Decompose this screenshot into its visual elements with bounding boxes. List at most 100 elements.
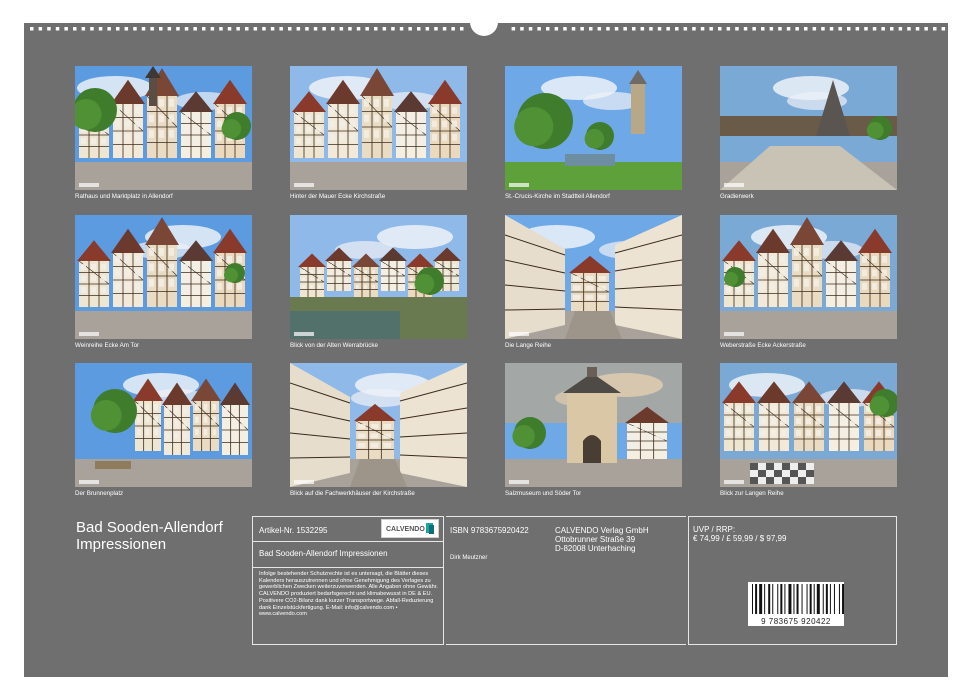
photo-tile: Hinter der Mauer Ecke Kirchstraße xyxy=(290,66,467,200)
publisher-line1: CALVENDO Verlag GmbH xyxy=(555,526,649,535)
binding-hole xyxy=(546,27,550,31)
barcode-bars xyxy=(752,584,849,614)
binding-hole xyxy=(348,27,352,31)
binding-hole xyxy=(262,27,266,31)
photo-tile: Die Lange Reihe xyxy=(505,215,682,349)
binding-hole xyxy=(219,27,223,31)
barcode-bar xyxy=(772,584,774,614)
photo-street-corner xyxy=(720,215,897,339)
binding-hole xyxy=(193,27,197,31)
binding-hole xyxy=(331,27,335,31)
binding-hole xyxy=(73,27,77,31)
barcode-bar xyxy=(833,584,835,614)
binding-hole xyxy=(675,27,679,31)
binding-hole xyxy=(227,27,232,31)
photo-town-hall xyxy=(75,66,252,190)
binding-hole xyxy=(176,27,180,31)
photo-fountain-square xyxy=(75,363,252,487)
binding-hole xyxy=(881,27,885,31)
binding-hole xyxy=(898,27,903,31)
binding-hole xyxy=(847,27,851,31)
photo-caption: Der Brunnenplatz xyxy=(75,490,124,497)
binding-hole xyxy=(528,27,533,31)
binding-hole xyxy=(253,27,258,31)
photo-caption: Blick auf die Fachwerkhäuser der Kirchst… xyxy=(290,490,415,497)
binding-hole xyxy=(460,27,464,31)
binding-hole xyxy=(769,27,774,31)
binding-hole xyxy=(657,27,662,31)
binding-hole xyxy=(442,27,447,31)
binding-hole xyxy=(90,27,94,31)
binding-hole xyxy=(270,27,275,31)
isbn: ISBN 9783675920422 xyxy=(450,526,529,535)
binding-hole xyxy=(30,27,34,31)
binding-hole xyxy=(417,27,421,31)
binding-hole xyxy=(38,27,43,31)
binding-hole xyxy=(907,27,911,31)
binding-hole xyxy=(786,27,791,31)
binding-hole xyxy=(752,27,756,31)
binding-hole xyxy=(649,27,653,31)
barcode-bar xyxy=(768,584,771,614)
binding-hole xyxy=(890,27,894,31)
binding-hole xyxy=(305,27,309,31)
binding-hole xyxy=(640,27,645,31)
binding-hole xyxy=(589,27,593,31)
binding-hole xyxy=(718,27,722,31)
photo-narrow-street xyxy=(505,215,682,339)
binding-hole xyxy=(692,27,696,31)
calendar-title-line1: Bad Sooden-Allendorf xyxy=(76,519,223,536)
binding-hole xyxy=(632,27,636,31)
publisher-line3: D-82008 Unterhaching xyxy=(555,544,636,553)
logo-text: CALVENDO xyxy=(386,526,425,533)
binding-hole xyxy=(81,27,86,31)
photo-tile: Rathaus und Marktplatz in Allendorf xyxy=(75,66,252,200)
price-label: UVP / RRP: xyxy=(693,525,736,534)
photo-caption: Die Lange Reihe xyxy=(505,342,552,349)
binding-hole xyxy=(614,27,619,31)
photo-timber-square xyxy=(75,215,252,339)
photo-row-houses xyxy=(290,363,467,487)
binding-hole xyxy=(872,27,877,31)
info-box-middle: ISBN 9783675920422 Dirk Meutzner CALVEND… xyxy=(446,516,686,645)
binding-hole xyxy=(116,27,120,31)
binding-hole xyxy=(855,27,860,31)
binding-hole xyxy=(159,27,163,31)
article-number: Artikel-Nr. 1532295 xyxy=(259,526,328,535)
photo-caption: Weinreihe Ecke Am Tor xyxy=(75,342,140,349)
photo-river-houses xyxy=(290,215,467,339)
binding-hole xyxy=(365,27,369,31)
binding-hole xyxy=(98,27,103,31)
barcode-bar xyxy=(813,584,815,614)
binding-hole xyxy=(537,27,541,31)
binding-hole xyxy=(778,27,782,31)
binding-hole xyxy=(829,27,834,31)
photo-caption: St.-Crucis-Kirche im Stadtteil Allendorf xyxy=(505,193,610,200)
binding-hole xyxy=(133,27,137,31)
barcode-bar xyxy=(777,584,779,614)
binding-hole xyxy=(915,27,920,31)
publisher-line2: Ottobrunner Straße 39 xyxy=(555,535,636,544)
photo-tile: Blick auf die Fachwerkhäuser der Kirchst… xyxy=(290,363,467,497)
barcode-bar xyxy=(796,584,799,614)
binding-hole xyxy=(700,27,705,31)
barcode-bar xyxy=(838,584,840,614)
barcode-bar xyxy=(842,584,845,614)
binding-hole xyxy=(804,27,808,31)
binding-hole xyxy=(141,27,146,31)
binding-hole xyxy=(313,27,318,31)
calendar-title-line2: Impressionen xyxy=(76,536,167,553)
binding-hole xyxy=(167,27,172,31)
binding-hole xyxy=(434,27,438,31)
barcode-bar xyxy=(801,584,803,614)
binding-hole xyxy=(933,27,937,31)
barcode-bar xyxy=(816,584,820,614)
photo-tile: Salzmuseum und Söder Tor xyxy=(505,363,682,497)
binding-hole xyxy=(322,27,326,31)
binding-hole xyxy=(554,27,559,31)
binding-hole xyxy=(399,27,404,31)
binding-hole xyxy=(580,27,584,31)
photo-chess-square xyxy=(720,363,897,487)
photo-caption: Salzmuseum und Söder Tor xyxy=(505,490,582,497)
photo-tile: Weinreihe Ecke Am Tor xyxy=(75,215,252,349)
